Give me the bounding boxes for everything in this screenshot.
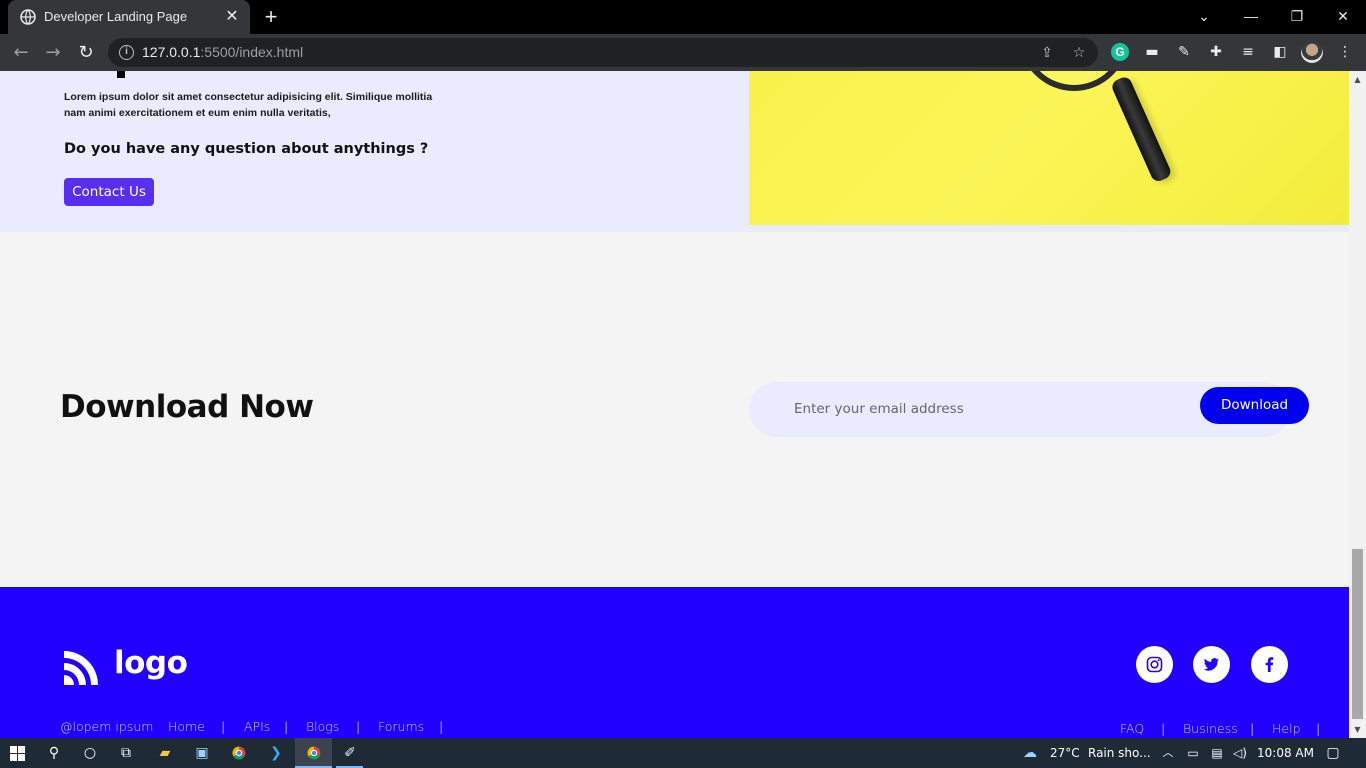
footer-link-business[interactable]: Business (1183, 721, 1238, 736)
footer-link-home[interactable]: Home (168, 719, 205, 734)
file-explorer-icon[interactable]: ▰ (155, 743, 175, 763)
facebook-icon (1265, 657, 1274, 672)
back-arrow-icon[interactable]: ← (10, 42, 32, 64)
hero-question: Do you have any question about anythings… (64, 141, 429, 157)
url-text[interactable]: 127.0.0.1:5500/index.html (142, 44, 303, 60)
footer-copyright: @lopem ipsum (60, 719, 154, 734)
tab-title: Developer Landing Page (44, 9, 188, 24)
clock-time[interactable]: 10:08 AM (1257, 746, 1314, 760)
grammarly-extension-icon[interactable]: G (1111, 43, 1129, 61)
footer-link-faq[interactable]: FAQ (1120, 721, 1144, 736)
vscode-icon[interactable]: ❯ (266, 743, 286, 763)
footer-separator: | (1316, 721, 1321, 736)
tab-developer-landing-page[interactable]: Developer Landing Page ✕ (8, 0, 250, 34)
browser-tabstrip: Developer Landing Page ✕ + ⌄ — ❐ ✕ (0, 0, 1366, 34)
logo-text[interactable]: logo (114, 645, 188, 681)
scroll-thumb[interactable] (1352, 549, 1363, 719)
media-control-icon[interactable]: ≡ (1238, 42, 1258, 62)
network-icon[interactable]: ▭ (1183, 743, 1203, 763)
hero-description: Lorem ipsum dolor sit amet consectetur a… (64, 91, 433, 119)
hero-magnifier-image (749, 71, 1349, 225)
search-icon[interactable]: ⚲ (44, 743, 64, 763)
instagram-button[interactable] (1136, 646, 1173, 683)
page-viewport: Lorem ipsum dolor sit amet consectetur a… (0, 71, 1349, 738)
footer-separator: | (356, 719, 361, 734)
new-tab-button[interactable]: + (260, 6, 282, 28)
hero-heading-fragment (117, 71, 125, 78)
restore-button[interactable]: ❐ (1286, 6, 1308, 26)
weather-cloud-icon[interactable]: ☁ (1020, 743, 1040, 763)
task-view-icon[interactable]: ⧉ (116, 743, 136, 763)
download-heading: Download Now (60, 389, 314, 425)
twitter-button[interactable] (1193, 646, 1230, 683)
cortana-icon[interactable]: ○ (80, 743, 100, 763)
twitter-icon (1203, 658, 1219, 671)
contact-us-button[interactable]: Contact Us (64, 178, 154, 206)
extensions-puzzle-icon[interactable]: ✚ (1206, 42, 1226, 62)
pen-extension-icon[interactable]: ✎ (1174, 42, 1194, 62)
chrome-icon[interactable] (229, 743, 249, 763)
battery-icon[interactable]: ▤ (1207, 743, 1227, 763)
footer: logo @lopem ipsum Home | APIs | Blogs | … (0, 587, 1349, 738)
footer-link-forums[interactable]: Forums (378, 719, 424, 734)
footer-link-help[interactable]: Help (1272, 721, 1301, 736)
globe-icon (20, 9, 36, 25)
site-info-icon[interactable]: i (119, 45, 134, 60)
tab-search-icon[interactable]: ⌄ (1193, 6, 1215, 26)
profile-avatar[interactable] (1301, 41, 1323, 63)
windows-taskbar: ⚲ ○ ⧉ ▰ ▣ ❯ ✐ ☁ 27°C Rain sho... ︿ ▭ ▤ ◁… (0, 738, 1366, 768)
minimize-button[interactable]: — (1240, 6, 1262, 26)
footer-link-blogs[interactable]: Blogs (306, 719, 339, 734)
side-panel-icon[interactable]: ◧ (1270, 42, 1290, 62)
email-input[interactable] (794, 396, 1174, 422)
windows-start-icon[interactable] (10, 746, 25, 761)
bookmark-star-icon[interactable]: ☆ (1071, 45, 1087, 61)
magnifier-handle (1109, 74, 1173, 184)
footer-separator: | (221, 719, 226, 734)
hero-section: Lorem ipsum dolor sit amet consectetur a… (0, 71, 1349, 232)
chevron-up-icon[interactable]: ︿ (1158, 743, 1178, 763)
share-icon[interactable]: ⇪ (1039, 45, 1055, 61)
footer-link-apis[interactable]: APIs (244, 719, 270, 734)
paint-app-icon[interactable]: ✐ (340, 743, 360, 763)
remote-desktop-icon[interactable]: ▣ (192, 743, 212, 763)
weather-temperature[interactable]: 27°C (1050, 746, 1080, 760)
page-scrollbar[interactable]: ▲ ▼ (1349, 71, 1366, 738)
scroll-up-icon[interactable]: ▲ (1352, 74, 1363, 85)
tab-close-icon[interactable]: ✕ (224, 8, 240, 24)
chrome-active-icon[interactable] (304, 743, 324, 763)
reload-icon[interactable]: ↻ (75, 42, 97, 64)
volume-icon[interactable]: ◁) (1230, 743, 1250, 763)
footer-separator: | (1161, 721, 1166, 736)
close-window-button[interactable]: ✕ (1332, 6, 1354, 26)
footer-separator: | (284, 719, 289, 734)
extension-icon[interactable]: ▬ (1142, 42, 1162, 62)
forward-arrow-icon[interactable]: → (42, 42, 64, 64)
footer-separator: | (1250, 721, 1255, 736)
logo-rss-icon[interactable] (60, 647, 102, 689)
facebook-button[interactable] (1251, 646, 1288, 683)
menu-kebab-icon[interactable]: ⋮ (1335, 42, 1355, 62)
scroll-down-icon[interactable]: ▼ (1352, 724, 1363, 735)
instagram-icon (1146, 656, 1163, 673)
weather-description[interactable]: Rain sho... (1088, 746, 1151, 760)
notification-icon[interactable]: ▢ (1323, 743, 1343, 763)
footer-separator: | (439, 719, 444, 734)
address-bar[interactable]: i 127.0.0.1:5500/index.html ⇪ ☆ (108, 38, 1098, 67)
download-button[interactable]: Download (1200, 387, 1309, 424)
